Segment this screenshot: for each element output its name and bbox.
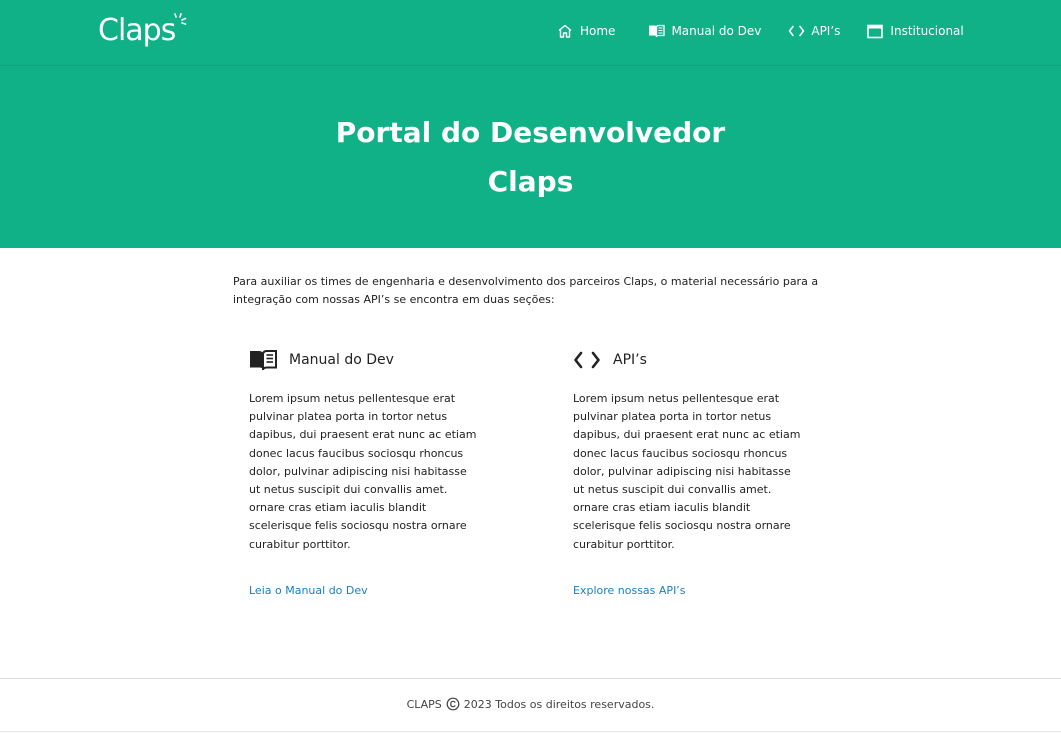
nav-home-label: Home xyxy=(580,24,616,38)
card-header: API’s xyxy=(573,346,813,374)
explore-apis-link[interactable]: Explore nossas API’s xyxy=(573,584,686,597)
book-icon xyxy=(647,22,665,40)
hero-title-line1: Portal do Desenvolvedor xyxy=(335,116,726,149)
footer-brand: CLAPS xyxy=(406,697,442,711)
code-icon xyxy=(573,346,603,374)
card-header: Manual do Dev xyxy=(249,346,489,374)
logo-spark-icon xyxy=(174,13,187,25)
nav-institucional[interactable]: Institucional xyxy=(866,20,964,42)
nav-manual-label: Manual do Dev xyxy=(671,24,762,38)
copyright-icon xyxy=(446,697,460,711)
logo-text: Claps xyxy=(98,13,176,48)
main-nav: Home Manual do Dev API’s Institucional xyxy=(556,20,964,42)
footer-copyright: CLAPS 2023 Todos os direitos reservados. xyxy=(0,697,1061,711)
intro-paragraph: Para auxiliar os times de engenharia e d… xyxy=(233,275,819,306)
top-navbar: Claps Home Manual do Dev API’s Instituci… xyxy=(0,0,1061,66)
card-description: Lorem ipsum netus pellentesque erat pulv… xyxy=(249,392,477,551)
nav-apis-label: API’s xyxy=(811,24,841,38)
home-icon xyxy=(556,22,574,40)
card-apis: API’s Lorem ipsum netus pellentesque era… xyxy=(573,346,813,597)
nav-manual-do-dev[interactable]: Manual do Dev xyxy=(647,20,761,42)
footer-rights-text: 2023 Todos os direitos reservados. xyxy=(463,697,655,711)
book-icon xyxy=(249,346,279,374)
nav-home[interactable]: Home xyxy=(556,20,615,42)
card-title: Manual do Dev xyxy=(289,352,394,368)
nav-apis[interactable]: API’s xyxy=(787,20,840,42)
bottom-divider xyxy=(0,731,1061,732)
read-manual-link[interactable]: Leia o Manual do Dev xyxy=(249,584,368,597)
hero-title: Portal do Desenvolvedor Claps xyxy=(0,108,1061,206)
hero-banner: Portal do Desenvolvedor Claps xyxy=(0,66,1061,248)
code-icon xyxy=(787,22,805,40)
card-manual-do-dev: Manual do Dev Lorem ipsum netus pellente… xyxy=(249,346,489,597)
nav-institucional-label: Institucional xyxy=(890,24,964,38)
footer: CLAPS 2023 Todos os direitos reservados. xyxy=(0,678,1061,734)
claps-logo[interactable]: Claps xyxy=(98,13,187,49)
card-title: API’s xyxy=(613,352,647,368)
card-description: Lorem ipsum netus pellentesque erat pulv… xyxy=(573,392,801,551)
window-icon xyxy=(866,22,884,40)
hero-title-line2: Claps xyxy=(487,165,574,198)
